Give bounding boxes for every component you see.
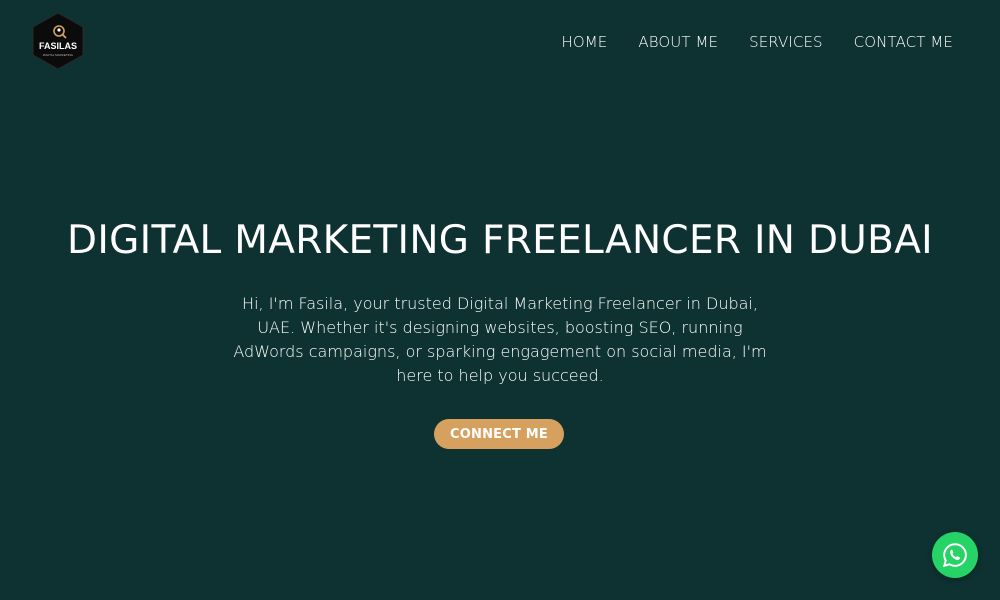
nav-item-services: SERVICES bbox=[749, 32, 823, 51]
nav-item-contact: CONTACT ME bbox=[854, 32, 953, 51]
main-nav: HOME ABOUT ME SERVICES CONTACT ME bbox=[561, 32, 953, 51]
logo-tagline: DIGITAL MARKETING bbox=[43, 53, 74, 57]
page: FASILAS DIGITAL MARKETING HOME ABOUT ME … bbox=[0, 0, 1000, 600]
nav-link-home[interactable]: HOME bbox=[561, 33, 607, 51]
nav-item-about: ABOUT ME bbox=[638, 32, 718, 51]
hero-title: DIGITAL MARKETING FREELANCER IN DUBAI bbox=[67, 218, 933, 263]
nav-link-services[interactable]: SERVICES bbox=[749, 33, 823, 51]
nav-link-contact[interactable]: CONTACT ME bbox=[854, 33, 953, 51]
nav-item-home: HOME bbox=[561, 32, 607, 51]
hero-description: Hi, I'm Fasila, your trusted Digital Mar… bbox=[233, 294, 767, 385]
site-logo[interactable]: FASILAS DIGITAL MARKETING bbox=[31, 12, 85, 70]
whatsapp-button[interactable] bbox=[932, 532, 978, 578]
logo-text: FASILAS bbox=[39, 41, 77, 51]
nav-link-about[interactable]: ABOUT ME bbox=[638, 33, 718, 51]
whatsapp-icon bbox=[942, 543, 967, 568]
connect-me-button[interactable]: CONNECT ME bbox=[434, 419, 564, 449]
